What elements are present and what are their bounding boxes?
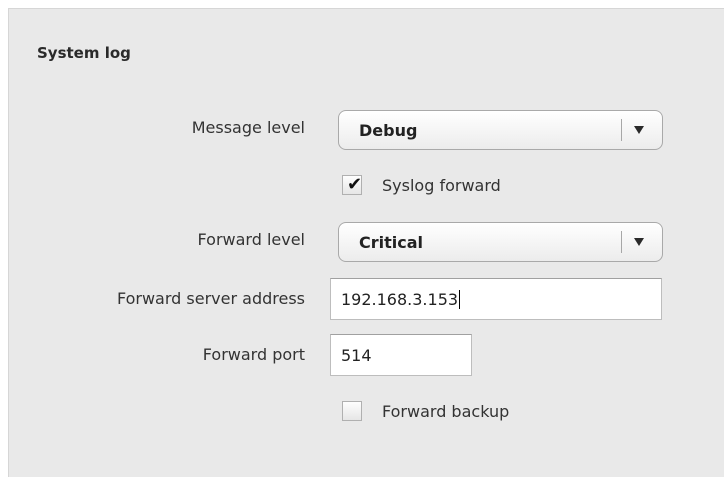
forward-port-input[interactable]: 514 bbox=[330, 334, 472, 376]
chevron-down-icon[interactable] bbox=[634, 238, 644, 246]
select-divider bbox=[621, 119, 622, 141]
forward-level-value: Critical bbox=[359, 233, 424, 252]
forward-server-address-value: 192.168.3.153 bbox=[341, 290, 461, 309]
syslog-forward-checkbox[interactable]: ✔ bbox=[342, 174, 363, 195]
forward-level-label: Forward level bbox=[197, 230, 305, 249]
message-level-value: Debug bbox=[359, 121, 418, 140]
select-divider bbox=[621, 231, 622, 253]
message-level-select[interactable]: Debug bbox=[338, 110, 663, 150]
forward-server-address-label: Forward server address bbox=[116, 289, 305, 308]
forward-port-label: Forward port bbox=[202, 345, 305, 364]
section-title: System log bbox=[37, 44, 131, 62]
syslog-forward-label[interactable]: Syslog forward bbox=[382, 176, 501, 195]
checkmark-icon: ✔ bbox=[347, 174, 363, 195]
text-caret bbox=[459, 290, 461, 309]
chevron-down-icon[interactable] bbox=[634, 126, 644, 134]
forward-port-value: 514 bbox=[341, 346, 372, 365]
forward-level-select[interactable]: Critical bbox=[338, 222, 663, 262]
forward-server-address-input[interactable]: 192.168.3.153 bbox=[330, 278, 662, 320]
forward-backup-checkbox[interactable] bbox=[342, 401, 362, 421]
message-level-label: Message level bbox=[191, 118, 305, 137]
forward-backup-label[interactable]: Forward backup bbox=[382, 402, 509, 421]
